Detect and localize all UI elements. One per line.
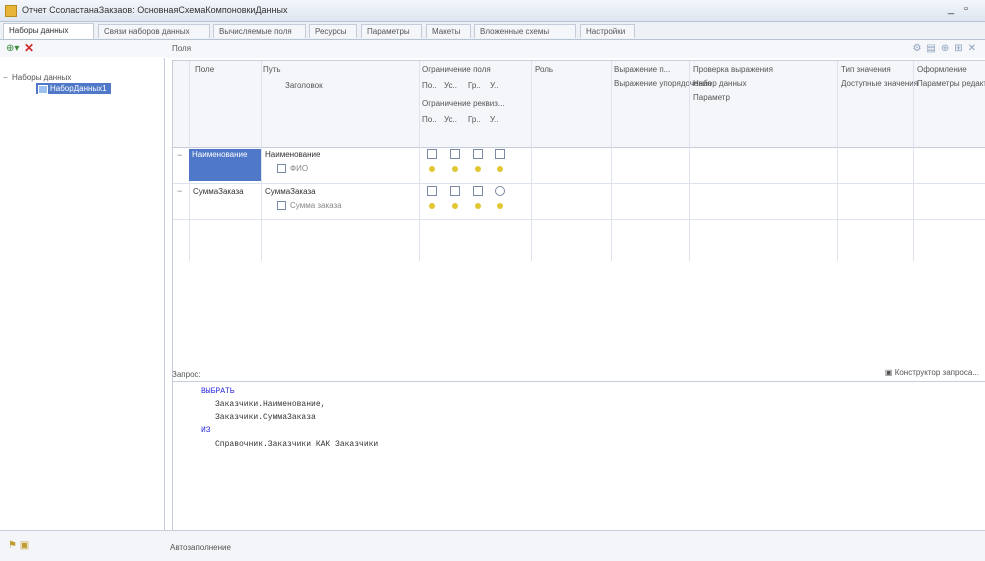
col-edit-params[interactable]: Параметры редактирован...	[917, 79, 985, 88]
tab-resources[interactable]: Ресурсы	[309, 24, 357, 38]
restrict-checkbox[interactable]	[473, 186, 483, 196]
table-cell-title[interactable]: ФИО	[290, 164, 308, 173]
tab-bar: Наборы данных Связи наборов данных Вычис…	[0, 22, 985, 40]
fields-header: Поля ⚙▤⊕⊞✕	[166, 40, 985, 58]
title-checkbox[interactable]	[277, 164, 286, 173]
table-cell-field[interactable]: СуммаЗаказа	[193, 187, 244, 196]
title-bar: Отчет СсоластанаЗакзаов: ОсновнаяСхемаКо…	[0, 0, 985, 22]
tree-root[interactable]: Наборы данных	[12, 73, 71, 82]
dataset-icon	[38, 85, 48, 94]
grid-line	[913, 61, 914, 261]
query-editor[interactable]: ВЫБРАТЬ Заказчики.Наименование, Заказчик…	[172, 381, 985, 533]
attr-restrict-marker[interactable]	[475, 166, 481, 172]
fields-table-header: Поле Путь Заголовок Ограничение поля По.…	[173, 61, 985, 148]
row-divider	[173, 219, 985, 220]
restrict-field-sub: Гр..	[468, 81, 481, 90]
tab-dataset-links[interactable]: Связи наборов данных	[98, 24, 210, 38]
restrict-attr-sub: Ус..	[444, 115, 457, 124]
maximize-button[interactable]: ▫	[964, 3, 968, 15]
add-dataset-icon[interactable]: ⊕▾	[6, 43, 20, 54]
dataset-tree: − Наборы данных НаборДанных1	[0, 58, 165, 530]
restrict-field-sub: Ус..	[444, 81, 457, 90]
restrict-attr-sub: По..	[422, 115, 437, 124]
query-keyword: ВЫБРАТЬ	[201, 387, 235, 396]
title-checkbox[interactable]	[277, 201, 286, 210]
restrict-checkbox[interactable]	[427, 186, 437, 196]
grid-line	[837, 61, 838, 261]
restrict-checkbox[interactable]	[495, 149, 505, 159]
attr-restrict-marker[interactable]	[452, 166, 458, 172]
tab-calculated-fields[interactable]: Вычисляемые поля	[213, 24, 306, 38]
grid-line	[419, 61, 420, 261]
query-constructor-button[interactable]: ▣ Конструктор запроса...	[885, 368, 979, 377]
query-line: Заказчики.Наименование,	[215, 400, 326, 409]
col-available-values[interactable]: Доступные значения	[841, 79, 918, 88]
bottom-bar: ⚑ ▣ Автозаполнение	[0, 530, 985, 561]
col-parameter[interactable]: Параметр	[693, 93, 730, 102]
col-expression[interactable]: Выражение п...	[614, 65, 670, 74]
fields-table[interactable]: Поле Путь Заголовок Ограничение поля По.…	[172, 60, 985, 384]
query-label: Запрос:	[172, 370, 201, 379]
col-path[interactable]: Путь	[263, 65, 281, 74]
restrict-checkbox[interactable]	[427, 149, 437, 159]
fields-label: Поля	[172, 44, 192, 53]
grid-line	[261, 61, 262, 261]
attr-restrict-marker[interactable]	[452, 203, 458, 209]
collapse-icon[interactable]: −	[3, 73, 8, 82]
col-restrict-field[interactable]: Ограничение поля	[422, 65, 491, 74]
query-constructor-label: Конструктор запроса...	[894, 368, 979, 377]
attr-restrict-marker[interactable]	[497, 203, 503, 209]
minimize-button[interactable]: _	[948, 3, 954, 15]
table-cell-path[interactable]: Наименование	[265, 150, 320, 159]
row-divider	[173, 183, 985, 184]
autofill-label: Автозаполнение	[170, 543, 231, 552]
attr-restrict-marker[interactable]	[497, 166, 503, 172]
query-line: Справочник.Заказчики КАК Заказчики	[215, 440, 378, 449]
constructor-icon: ▣	[884, 368, 895, 377]
col-restrict-attrs[interactable]: Ограничение реквиз...	[422, 99, 505, 108]
col-role[interactable]: Роль	[535, 65, 553, 74]
restrict-checkbox[interactable]	[473, 149, 483, 159]
grid-line	[611, 61, 612, 261]
tab-settings[interactable]: Настройки	[580, 24, 635, 38]
app-icon	[5, 5, 17, 17]
restrict-field-sub: По..	[422, 81, 437, 90]
col-dataset[interactable]: Набор данных	[693, 79, 747, 88]
row-collapse-icon[interactable]: −	[177, 186, 182, 196]
col-title[interactable]: Заголовок	[285, 81, 323, 90]
query-keyword: ИЗ	[201, 426, 211, 435]
col-design[interactable]: Оформление	[917, 65, 967, 74]
left-toolbar: ⊕▾ ✕	[0, 40, 166, 57]
restrict-checkbox[interactable]	[450, 186, 460, 196]
table-cell-field[interactable]: Наименование	[189, 149, 261, 181]
fields-toolbar-icons[interactable]: ⚙▤⊕⊞✕	[912, 43, 981, 54]
attr-restrict-marker[interactable]	[429, 166, 435, 172]
grid-line	[689, 61, 690, 261]
delete-icon[interactable]: ✕	[24, 41, 34, 55]
bottom-toolbar-icons[interactable]: ⚑ ▣	[8, 540, 29, 551]
col-check-expression[interactable]: Проверка выражения	[693, 65, 773, 74]
table-cell-path[interactable]: СуммаЗаказа	[265, 187, 316, 196]
restrict-field-sub: У..	[490, 81, 499, 90]
restrict-checkbox[interactable]	[495, 186, 505, 196]
restrict-attr-sub: У..	[490, 115, 499, 124]
col-value-type[interactable]: Тип значения	[841, 65, 891, 74]
attr-restrict-marker[interactable]	[429, 203, 435, 209]
tab-parameters[interactable]: Параметры	[361, 24, 422, 38]
query-line-text: Справочник.Заказчики КАК Заказчики	[215, 440, 379, 449]
query-line: Заказчики.СуммаЗаказа	[215, 413, 316, 422]
tab-templates[interactable]: Макеты	[426, 24, 471, 38]
col-field[interactable]: Поле	[195, 65, 214, 74]
tab-nested-schemas[interactable]: Вложенные схемы	[474, 24, 576, 38]
grid-line	[531, 61, 532, 261]
tab-datasets[interactable]: Наборы данных	[3, 23, 94, 39]
restrict-attr-sub: Гр..	[468, 115, 481, 124]
attr-restrict-marker[interactable]	[475, 203, 481, 209]
window-title: Отчет СсоластанаЗакзаов: ОсновнаяСхемаКо…	[22, 5, 288, 15]
restrict-checkbox[interactable]	[450, 149, 460, 159]
table-cell-title[interactable]: Сумма заказа	[290, 201, 342, 210]
row-collapse-icon[interactable]: −	[177, 150, 182, 160]
fields-pane: Поля ⚙▤⊕⊞✕ Поле Путь Заголовок Ограничен…	[166, 40, 985, 540]
